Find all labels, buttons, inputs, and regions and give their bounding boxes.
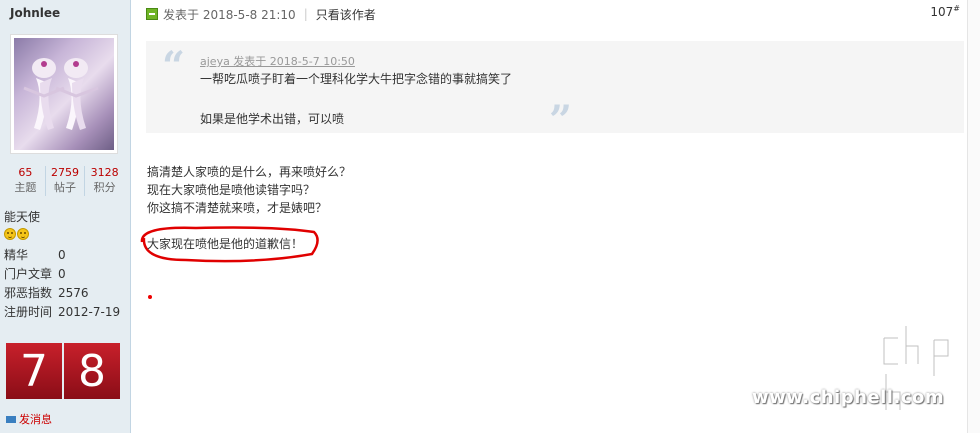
- post-body-line: 搞清楚人家喷的是什么，再来喷好么？: [147, 165, 352, 179]
- post-body: 搞清楚人家喷的是什么，再来喷好么？ 现在大家喷他是喷他读错字吗？ 你这搞不清楚就…: [147, 163, 351, 217]
- quote-close-icon: ”: [549, 97, 573, 144]
- online-status-icon: [146, 8, 158, 20]
- medal-digit: 8: [64, 343, 120, 399]
- divider: |: [303, 7, 308, 21]
- stat-posts[interactable]: 2759 帖子: [46, 166, 86, 196]
- author-sidebar: Johnlee 65 主题 2759 帖子 3128 积分 能天使 精华 0 门…: [0, 0, 131, 433]
- medal-digits: 7 8: [6, 343, 120, 399]
- send-message-label: 发消息: [19, 413, 52, 426]
- quote-open-icon: “: [162, 43, 186, 90]
- stat-points[interactable]: 3128 积分: [85, 166, 124, 196]
- author-username[interactable]: Johnlee: [10, 6, 60, 20]
- post-time: 发表于 2018-5-8 21:10: [163, 7, 296, 22]
- smiley-icon: [17, 228, 29, 240]
- quote-block: “ ajeya 发表于 2018-5-7 10:50 一帮吃瓜喷子盯着一个理科化…: [146, 41, 964, 141]
- info-row-articles: 门户文章 0: [4, 267, 66, 281]
- red-annotation-dot: [148, 295, 152, 299]
- smiley-icon: [4, 228, 16, 240]
- quote-author-link[interactable]: ajeya 发表于 2018-5-7 10:50: [200, 53, 355, 69]
- quote-text-line: 如果是他学术出错，可以喷: [200, 112, 345, 126]
- avatar-image: [14, 38, 114, 150]
- info-row-register-date: 注册时间 2012-7-19: [4, 305, 121, 319]
- stat-threads[interactable]: 65 主题: [6, 166, 46, 196]
- post-body-line: 你这搞不清楚就来喷，才是婊吧？: [147, 201, 328, 215]
- watermark-url: www.chiphell.com: [752, 387, 945, 408]
- highlighted-text: 大家现在喷他是他的道歉信！: [147, 237, 304, 251]
- info-row-evil-index: 邪恶指数 2576: [4, 286, 89, 300]
- rank-stars: [4, 228, 29, 240]
- author-info: 精华 0 门户文章 0 邪恶指数 2576 注册时间 2012-7-19: [4, 246, 120, 322]
- post-body-line: 现在大家喷他是喷他读错字吗？: [147, 183, 316, 197]
- post-header: 发表于 2018-5-8 21:10 | 只看该作者 107#: [146, 4, 960, 24]
- only-author-link[interactable]: 只看该作者: [316, 6, 376, 23]
- floor-number[interactable]: 107#: [930, 4, 960, 19]
- user-rank[interactable]: 能天使: [4, 208, 40, 225]
- send-message-link[interactable]: 发消息: [6, 411, 52, 427]
- avatar[interactable]: [10, 34, 118, 154]
- page-edge: [967, 0, 980, 433]
- quote-text-line: 一帮吃瓜喷子盯着一个理科化学大牛把字念错的事就搞笑了: [200, 72, 513, 86]
- medal-digit: 7: [6, 343, 62, 399]
- author-stats: 65 主题 2759 帖子 3128 积分: [6, 166, 124, 196]
- envelope-icon: [6, 415, 16, 423]
- info-row-digest: 精华 0: [4, 248, 66, 262]
